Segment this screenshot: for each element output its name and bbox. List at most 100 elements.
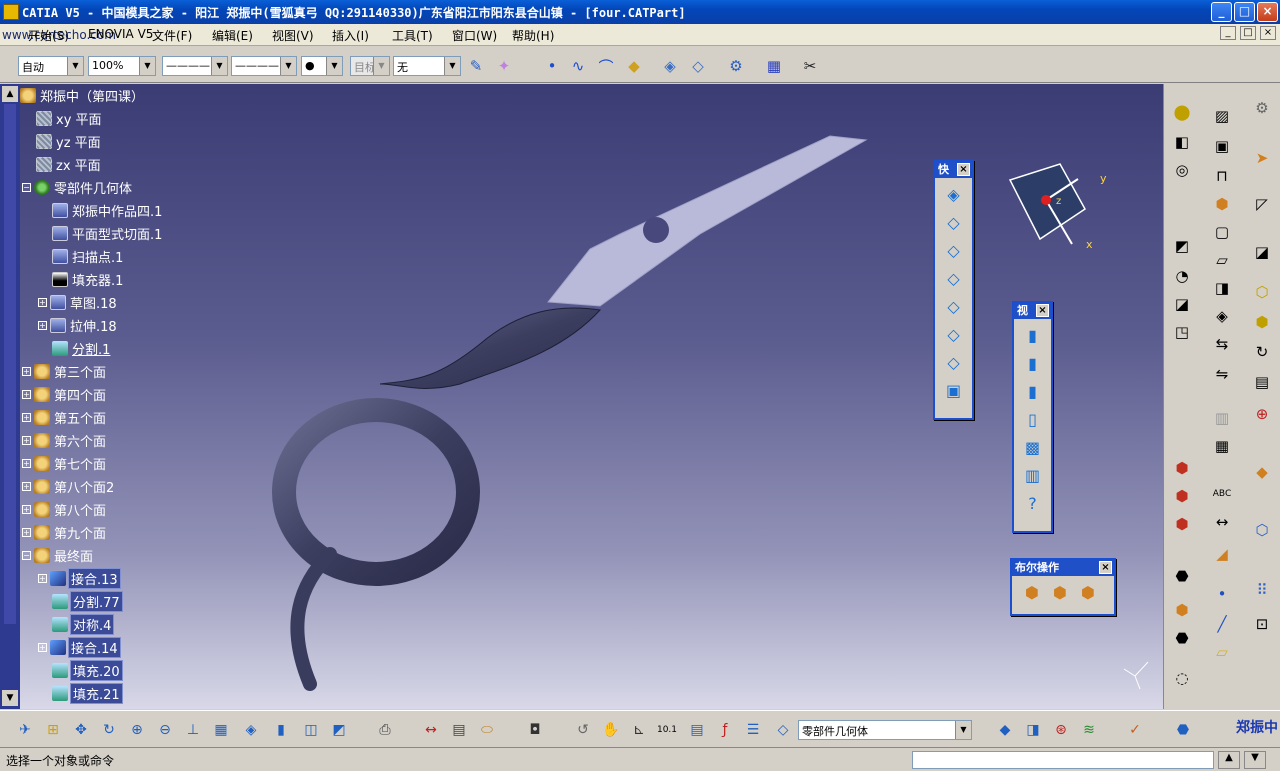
cube-view-icon[interactable]: ◇	[686, 55, 710, 77]
pad-icon[interactable]: ⬤	[1170, 100, 1194, 124]
front-view-icon[interactable]: ◇	[942, 210, 966, 234]
pan-icon[interactable]: ✥	[70, 719, 92, 741]
expand-icon[interactable]: +	[38, 297, 47, 307]
menu-insert[interactable]: 插入(I)	[332, 27, 369, 44]
pattern-icon[interactable]: ▤	[1250, 370, 1274, 394]
tools-icon[interactable]: ✂	[798, 55, 822, 77]
custom-view-icon[interactable]: ?	[1021, 491, 1045, 515]
fillet-icon[interactable]: ◔	[1170, 264, 1194, 288]
point-symbol-combo[interactable]: ● ▼	[301, 56, 343, 76]
tree-item[interactable]: 填充.20	[52, 659, 123, 681]
thickness-combo[interactable]: ———— ▼	[231, 56, 297, 76]
toolbar-title[interactable]: 布尔操作 ×	[1012, 560, 1114, 576]
left-view-icon[interactable]: ◇	[942, 266, 966, 290]
body-combo[interactable]: 零部件几何体 ▼	[798, 720, 972, 740]
tree-item[interactable]: 平面型式切面.1	[52, 224, 164, 243]
grid-icon[interactable]: ⠿	[1250, 578, 1274, 602]
groove-icon[interactable]: ⊓	[1210, 164, 1234, 188]
tree-item[interactable]: + 第三个面	[22, 362, 108, 381]
tree-item[interactable]: xy 平面	[36, 109, 104, 128]
pocket-icon[interactable]: ◧	[1170, 130, 1194, 154]
right-view-icon[interactable]: ◇	[942, 294, 966, 318]
tree-root[interactable]: 郑振中（第四课）	[20, 86, 146, 105]
sphere-icon[interactable]: ◌	[1170, 666, 1194, 690]
tree-item[interactable]: 填充器.1	[52, 270, 125, 289]
color-combo[interactable]: 自动 ▼	[18, 56, 84, 76]
tree-item[interactable]: + 第七个面	[22, 454, 108, 473]
menu-help[interactable]: 帮助(H)	[512, 27, 554, 44]
list-icon[interactable]: ☰	[742, 719, 764, 741]
magic-wand-icon[interactable]: ✦	[492, 55, 516, 77]
point-icon[interactable]: •	[540, 55, 564, 77]
tree-item[interactable]: + 接合.14	[38, 636, 121, 658]
command-down-icon[interactable]: ▼	[1244, 751, 1266, 769]
update-icon[interactable]: ↺	[572, 719, 594, 741]
menu-tools[interactable]: 工具(T)	[392, 27, 433, 44]
sketcher-icon[interactable]: ◸	[1250, 192, 1274, 216]
mirror-icon[interactable]: ⇋	[1210, 362, 1234, 386]
menu-window[interactable]: 窗口(W)	[452, 27, 497, 44]
draft-icon[interactable]: ◩	[1170, 234, 1194, 258]
tree-item[interactable]: 分割.77	[52, 590, 123, 612]
menu-enovia[interactable]: ENOVIA V5	[88, 27, 153, 41]
rotate-icon[interactable]: ↻	[1250, 340, 1274, 364]
menu-view[interactable]: 视图(V)	[272, 27, 314, 44]
dot-icon[interactable]: •	[1210, 582, 1234, 606]
eraser-icon[interactable]: ◆	[622, 55, 646, 77]
tree-item[interactable]: + 草图.18	[38, 293, 119, 312]
spline-icon[interactable]: ∿	[566, 55, 590, 77]
sew-icon[interactable]: ◳	[1170, 320, 1194, 344]
toolbar-title[interactable]: 快 ×	[935, 162, 972, 178]
multi-section-icon[interactable]: ⬡	[1250, 280, 1274, 304]
expand-icon[interactable]: +	[38, 573, 47, 583]
shading-icon[interactable]: ▮	[1021, 323, 1045, 347]
linetype-combo[interactable]: ———— ▼	[162, 56, 228, 76]
plane-surface-icon[interactable]: ▱	[1210, 640, 1234, 664]
boolean-remove-icon[interactable]: ⬢	[1170, 484, 1194, 508]
3d-viewport[interactable]: ▲ ▼ y x z 郑振中（第四课） xy 平面 yz 平面 zx 平面 − 零…	[0, 84, 1163, 709]
hide-show-icon[interactable]: ◫	[300, 719, 322, 741]
maximize-button[interactable]: □	[1234, 2, 1255, 22]
analysis-icon[interactable]: ⚙	[724, 55, 748, 77]
back-view-icon[interactable]: ◇	[942, 238, 966, 262]
tree-item[interactable]: + 第八个面2	[22, 477, 116, 496]
isometric-view-icon[interactable]: ◈	[942, 182, 966, 206]
expand-icon[interactable]: +	[38, 642, 47, 652]
cube-icon[interactable]: ◈	[658, 55, 682, 77]
part-model[interactable]	[0, 84, 1163, 709]
wireframe-icon[interactable]: ▥	[1021, 463, 1045, 487]
arc-icon[interactable]: ⌒	[594, 55, 618, 77]
tree-item[interactable]: zx 平面	[36, 155, 103, 174]
text-annotation-icon[interactable]: ABC	[1210, 482, 1234, 506]
tree-item[interactable]: + 第六个面	[22, 431, 108, 450]
rib-icon[interactable]: ▢	[1210, 220, 1234, 244]
map-icon[interactable]: ◨	[1022, 719, 1044, 741]
menu-edit[interactable]: 编辑(E)	[212, 27, 253, 44]
axis-icon[interactable]: ⊾	[628, 719, 650, 741]
expand-icon[interactable]: +	[22, 366, 31, 376]
shell-icon[interactable]: ◪	[1250, 240, 1274, 264]
tree-item[interactable]: 分割.1	[52, 339, 112, 358]
assemble-icon[interactable]: ⬣	[1170, 564, 1194, 588]
tree-item[interactable]: 对称.4	[52, 613, 115, 635]
select-arrow-icon[interactable]: ➤	[1250, 146, 1274, 170]
measure-inertia-icon[interactable]: ⬭	[476, 719, 498, 741]
isometric-icon[interactable]: ◈	[240, 719, 262, 741]
tree-item[interactable]: 郑振中作品四.1	[52, 201, 164, 220]
thick-surface-icon[interactable]: ◈	[1210, 304, 1234, 328]
expand-icon[interactable]: +	[38, 320, 47, 330]
close-icon[interactable]: ×	[957, 163, 970, 176]
collapse-icon[interactable]: −	[22, 182, 31, 192]
tree-item[interactable]: + 第八个面	[22, 500, 108, 519]
doc-minimize-button[interactable]: _	[1220, 26, 1236, 40]
body-icon[interactable]: ◇	[772, 719, 794, 741]
catia-app-icon[interactable]	[3, 4, 19, 20]
expand-icon[interactable]: +	[22, 458, 31, 468]
expand-icon[interactable]: +	[22, 412, 31, 422]
measure-item-icon[interactable]: ▤	[448, 719, 470, 741]
zoom-out-icon[interactable]: ⊖	[154, 719, 176, 741]
command-input[interactable]	[912, 751, 1214, 769]
close-icon[interactable]: ×	[1099, 561, 1112, 574]
close-surface-icon[interactable]: ⬢	[1250, 310, 1274, 334]
tree-item[interactable]: + 第九个面	[22, 523, 108, 542]
